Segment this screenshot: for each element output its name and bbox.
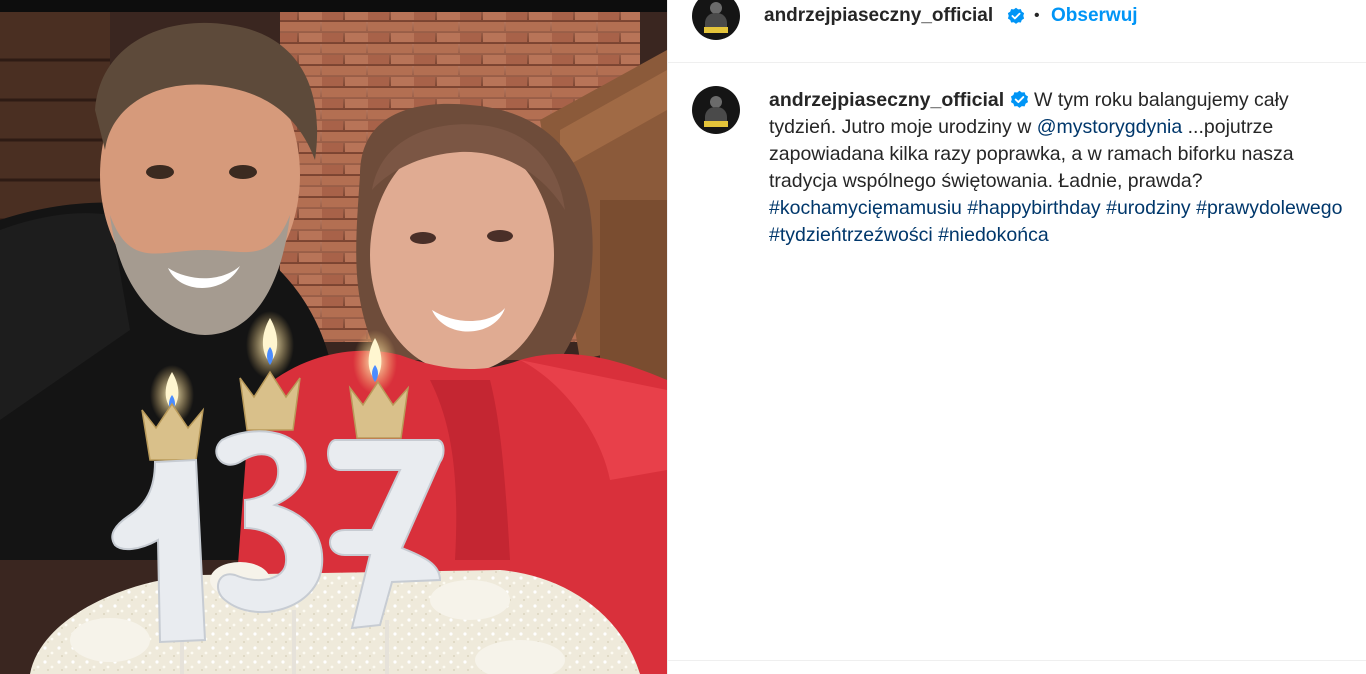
post-photo-illustration [0,0,667,674]
post-header: andrzejpiaseczny_official • Obserwuj [668,0,1366,63]
panel-divider [668,660,1366,661]
post-photo[interactable] [0,0,667,674]
author-avatar[interactable] [692,0,740,40]
verified-badge-icon [1007,7,1025,24]
verified-badge-icon [1010,90,1028,108]
hashtag-link[interactable]: #prawydolewego [1196,197,1342,219]
caption-username[interactable]: andrzejpiaseczny_official [769,89,1004,111]
hashtag-link[interactable]: #tydzieńtrzeźwości [769,224,933,246]
author-username[interactable]: andrzejpiaseczny_official [764,5,993,27]
follow-button[interactable]: Obserwuj [1051,5,1138,27]
caption-mention-link[interactable]: @mystorygdynia [1037,116,1183,138]
header-separator: • [1034,7,1040,24]
post-caption: andrzejpiaseczny_official W tym roku bal… [769,87,1344,249]
hashtag-link[interactable]: #niedokońca [938,224,1049,246]
caption-avatar[interactable] [692,86,740,134]
hashtag-link[interactable]: #kochamycięmamusiu [769,197,962,219]
post-side-panel: andrzejpiaseczny_official • Obserwuj and… [667,0,1366,674]
hashtag-link[interactable]: #happybirthday [967,197,1100,219]
hashtag-link[interactable]: #urodziny [1106,197,1191,219]
